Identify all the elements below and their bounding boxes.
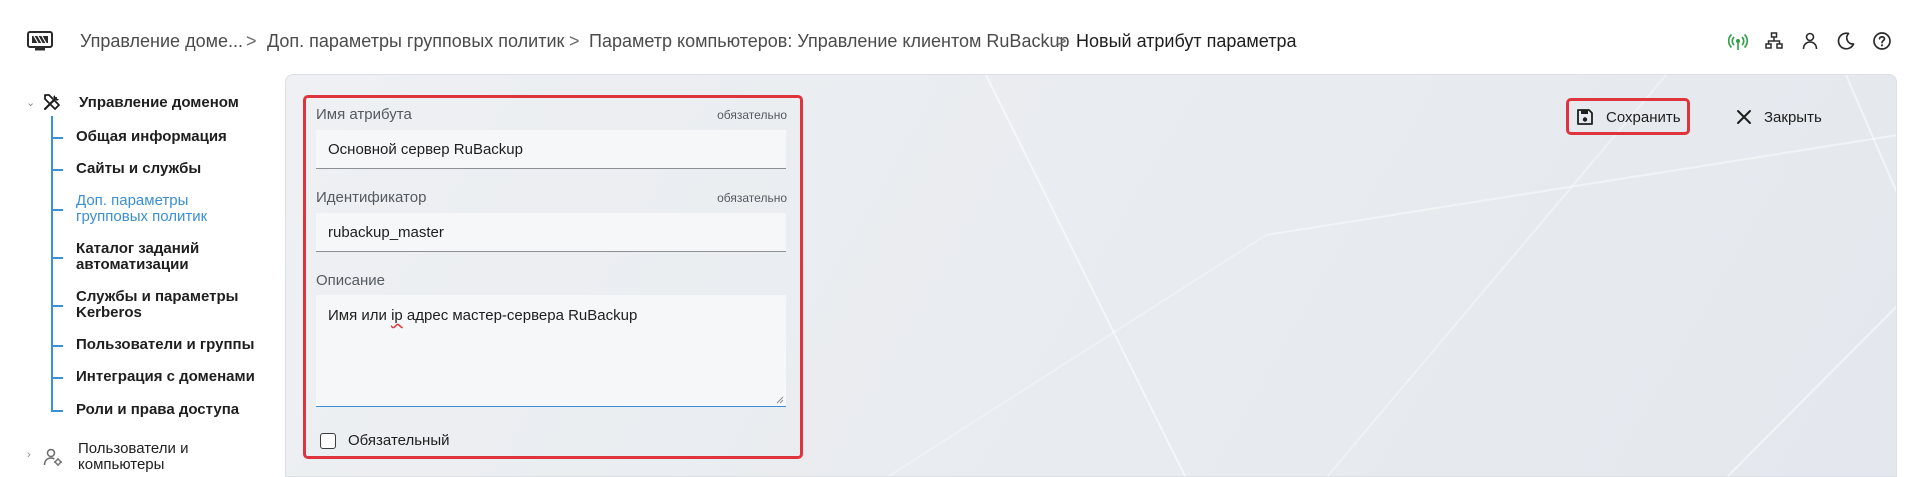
app-logo-icon[interactable] [27,30,53,52]
breadcrumb-separator: > [246,31,257,51]
tree-connector [51,137,63,139]
close-button[interactable]: Закрыть [1733,104,1829,130]
attribute-name-label: Имя атрибута [316,106,412,123]
tree-line [51,116,53,412]
breadcrumb-computer-param[interactable]: Параметр компьютеров: Управление клиенто… [589,30,1069,52]
sidebar-item-general-info[interactable]: Общая информация [76,129,276,145]
attribute-name-input[interactable] [316,130,786,169]
network-status-icon[interactable] [1728,31,1748,51]
breadcrumb-domain[interactable]: Управление доме... [80,30,243,52]
tree-connector [51,209,63,211]
description-textarea[interactable]: Имя или ip адрес мастер-сервера RuBackup [316,295,786,407]
save-button-label: Сохранить [1606,109,1681,126]
identifier-required-hint: обязательно [717,191,787,205]
sidebar-item-roles-access[interactable]: Роли и права доступа [76,402,276,418]
close-button-label: Закрыть [1764,109,1822,126]
breadcrumb-group-policy-params[interactable]: Доп. параметры групповых политик [267,30,564,52]
sidebar-item-group-policy-params[interactable]: Доп. параметры групповых политик [76,193,221,225]
tree-connector [51,410,63,412]
breadcrumb-separator: > [1056,31,1067,51]
help-icon[interactable] [1872,31,1892,51]
sidebar-item-domain-integration[interactable]: Интеграция с доменами [76,369,276,385]
close-icon [1737,110,1751,124]
sidebar-item-kerberos[interactable]: Службы и параметры Kerberos [76,289,241,321]
tree-connector [51,305,63,307]
identifier-input[interactable] [316,213,786,252]
description-label: Описание [316,272,386,289]
tree-connector [51,345,63,347]
sidebar-root-domain-management[interactable]: Управление доменом [79,94,239,111]
save-button[interactable]: Сохранить [1572,104,1684,130]
required-checkbox[interactable] [320,433,336,449]
user-icon[interactable] [1800,31,1820,51]
dark-mode-icon[interactable] [1836,31,1856,51]
tree-connector [51,169,63,171]
description-text: Имя или [328,307,392,324]
sidebar-item-automation-catalog[interactable]: Каталог заданий автоматизации [76,241,216,273]
hierarchy-icon[interactable] [1764,31,1784,51]
chevron-down-icon[interactable]: ⌄ [26,96,35,109]
app-header: Управление доме... > Доп. параметры груп… [0,0,1920,82]
sidebar-item-users-groups[interactable]: Пользователи и группы [76,337,276,353]
tree-connector [51,257,63,259]
tools-icon [43,94,60,111]
user-settings-icon [43,448,62,466]
attribute-name-required-hint: обязательно [717,108,787,122]
resize-grip-icon[interactable] [776,396,784,404]
breadcrumb-current-page: Новый атрибут параметра [1076,31,1297,51]
description-text: адрес мастер-сервера RuBackup [402,307,638,324]
sidebar-item-sites-services[interactable]: Сайты и службы [76,161,276,177]
required-checkbox-label[interactable]: Обязательный [348,432,450,450]
sidebar-root-users-computers[interactable]: Пользователи и компьютеры [78,441,268,473]
chevron-right-icon[interactable]: › [27,449,31,461]
breadcrumb-separator: > [569,31,580,51]
identifier-label: Идентификатор [316,189,427,206]
misspelled-word: ip [391,307,403,324]
tree-connector [51,377,63,379]
floppy-disk-icon [1577,109,1593,125]
